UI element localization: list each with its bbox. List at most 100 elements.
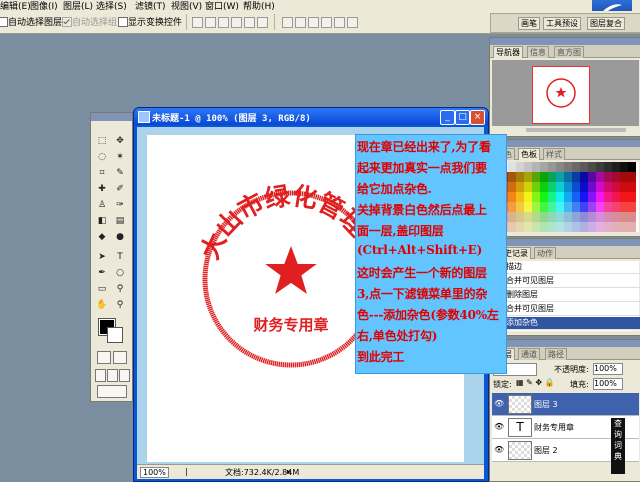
swatch-cell[interactable] xyxy=(628,192,636,202)
swatch-cell[interactable] xyxy=(516,202,524,212)
swatch-cell[interactable] xyxy=(564,172,572,182)
path-select-icon[interactable]: ➤ xyxy=(95,251,109,263)
type-tool-icon[interactable]: T xyxy=(113,251,127,263)
swatch-cell[interactable] xyxy=(580,192,588,202)
swatch-cell[interactable] xyxy=(620,182,628,192)
swatch-cell[interactable] xyxy=(540,162,548,172)
auto-select-layer-checkbox[interactable] xyxy=(0,17,8,27)
align-vcenter-icon[interactable] xyxy=(205,17,216,28)
swatch-cell[interactable] xyxy=(564,192,572,202)
swatch-cell[interactable] xyxy=(516,182,524,192)
swatch-cell[interactable] xyxy=(508,162,516,172)
swatch-cell[interactable] xyxy=(572,162,580,172)
swatch-cell[interactable] xyxy=(508,172,516,182)
swatch-cell[interactable] xyxy=(604,192,612,202)
swatch-cell[interactable] xyxy=(620,202,628,212)
tab-info[interactable]: 信息 xyxy=(527,46,549,58)
swatch-cell[interactable] xyxy=(572,182,580,192)
distribute-bottom-icon[interactable] xyxy=(308,17,319,28)
quickmask-mode-button[interactable] xyxy=(113,351,127,364)
swatch-cell[interactable] xyxy=(532,192,540,202)
swatch-cell[interactable] xyxy=(628,202,636,212)
blur-tool-icon[interactable]: ◆ xyxy=(95,231,109,243)
align-left-icon[interactable] xyxy=(231,17,242,28)
swatch-cell[interactable] xyxy=(580,222,588,232)
swatch-cell[interactable] xyxy=(620,212,628,222)
swatch-cell[interactable] xyxy=(580,202,588,212)
distribute-top-icon[interactable] xyxy=(282,17,293,28)
swatch-cell[interactable] xyxy=(516,222,524,232)
swatch-cell[interactable] xyxy=(548,162,556,172)
panel-titlebar[interactable] xyxy=(490,38,640,45)
swatch-cell[interactable] xyxy=(596,212,604,222)
swatch-cell[interactable] xyxy=(572,212,580,222)
zoom-level[interactable]: 100% xyxy=(140,467,169,478)
swatch-cell[interactable] xyxy=(628,172,636,182)
swatch-cell[interactable] xyxy=(556,202,564,212)
swatch-grid[interactable] xyxy=(492,162,639,232)
slice-tool-icon[interactable]: ✎ xyxy=(113,167,127,179)
swatch-cell[interactable] xyxy=(564,212,572,222)
distribute-right-icon[interactable] xyxy=(347,17,358,28)
fill-input[interactable]: 100% xyxy=(593,378,623,390)
swatch-cell[interactable] xyxy=(588,192,596,202)
swatch-cell[interactable] xyxy=(612,212,620,222)
swatch-cell[interactable] xyxy=(596,202,604,212)
swatch-cell[interactable] xyxy=(540,212,548,222)
swatch-cell[interactable] xyxy=(508,222,516,232)
swatch-cell[interactable] xyxy=(524,172,532,182)
swatch-cell[interactable] xyxy=(604,172,612,182)
move-tool-icon[interactable]: ✥ xyxy=(113,135,127,147)
swatch-cell[interactable] xyxy=(620,162,628,172)
swatch-cell[interactable] xyxy=(604,212,612,222)
swatch-cell[interactable] xyxy=(556,182,564,192)
swatch-cell[interactable] xyxy=(540,202,548,212)
well-tab-layer-comps[interactable]: 图层复合 xyxy=(587,17,625,30)
tab-styles[interactable]: 样式 xyxy=(543,148,565,160)
swatch-cell[interactable] xyxy=(524,162,532,172)
swatch-cell[interactable] xyxy=(524,202,532,212)
swatch-cell[interactable] xyxy=(532,172,540,182)
swatch-cell[interactable] xyxy=(588,162,596,172)
swatch-cell[interactable] xyxy=(596,222,604,232)
history-item[interactable]: 描边 xyxy=(506,261,640,274)
swatch-cell[interactable] xyxy=(588,222,596,232)
align-top-icon[interactable] xyxy=(192,17,203,28)
minimize-button[interactable]: _ xyxy=(440,110,455,125)
swatch-cell[interactable] xyxy=(548,172,556,182)
standard-mode-button[interactable] xyxy=(97,351,111,364)
swatch-cell[interactable] xyxy=(540,192,548,202)
swatch-cell[interactable] xyxy=(556,192,564,202)
crop-tool-icon[interactable]: ⌗ xyxy=(95,167,109,179)
swatch-cell[interactable] xyxy=(516,212,524,222)
swatch-cell[interactable] xyxy=(620,192,628,202)
swatch-cell[interactable] xyxy=(588,182,596,192)
swatch-cell[interactable] xyxy=(532,222,540,232)
history-item-selected[interactable]: 添加杂色 xyxy=(506,317,640,330)
healing-brush-icon[interactable]: ✚ xyxy=(95,183,109,195)
well-tab-brushes[interactable]: 画笔 xyxy=(518,17,540,30)
swatch-cell[interactable] xyxy=(532,202,540,212)
swatch-cell[interactable] xyxy=(548,182,556,192)
swatch-cell[interactable] xyxy=(548,212,556,222)
swatch-cell[interactable] xyxy=(596,162,604,172)
swatch-cell[interactable] xyxy=(604,222,612,232)
swatch-cell[interactable] xyxy=(548,202,556,212)
swatch-cell[interactable] xyxy=(548,192,556,202)
swatch-cell[interactable] xyxy=(556,222,564,232)
tab-swatches[interactable]: 色板 xyxy=(518,148,540,160)
align-right-icon[interactable] xyxy=(257,17,268,28)
lock-icons[interactable]: ▦ ✎ ✥ 🔒 xyxy=(516,378,555,387)
eye-icon[interactable]: 👁 xyxy=(494,422,504,431)
marquee-tool-icon[interactable]: ⬚ xyxy=(95,135,109,147)
magic-wand-icon[interactable]: ✶ xyxy=(113,151,127,163)
swatch-cell[interactable] xyxy=(524,182,532,192)
distribute-vcenter-icon[interactable] xyxy=(295,17,306,28)
well-tab-tool-presets[interactable]: 工具预设 xyxy=(543,17,581,30)
swatch-cell[interactable] xyxy=(612,192,620,202)
tab-actions[interactable]: 动作 xyxy=(534,247,556,259)
screen-mode-full-menu-button[interactable] xyxy=(107,369,118,382)
swatch-cell[interactable] xyxy=(612,202,620,212)
swatch-cell[interactable] xyxy=(580,162,588,172)
eyedropper-icon[interactable]: ⚲ xyxy=(113,283,127,295)
